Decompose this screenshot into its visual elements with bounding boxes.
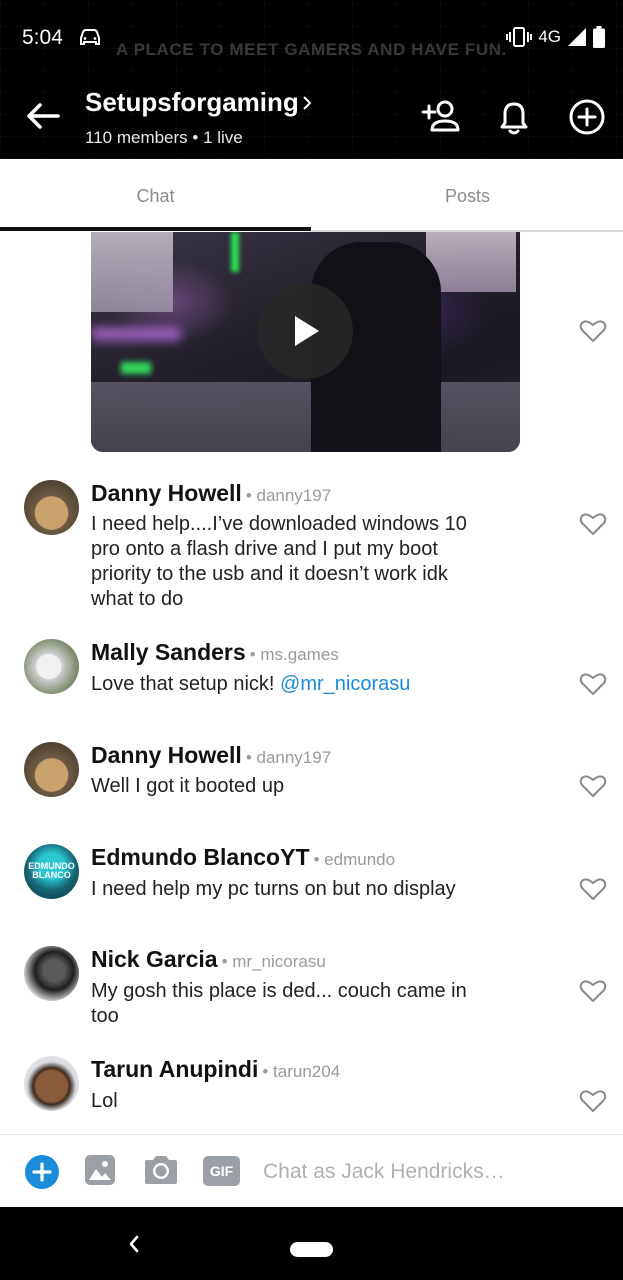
back-arrow-icon[interactable] [24, 100, 62, 132]
video-post[interactable] [91, 232, 520, 452]
message-text: Well I got it booted up [91, 775, 285, 797]
video-frame-detail [91, 382, 520, 452]
author-handle: • danny197 [245, 486, 332, 505]
signal-icon [568, 28, 586, 46]
avatar[interactable] [24, 639, 79, 694]
add-member-icon[interactable] [420, 96, 462, 138]
heart-icon[interactable] [579, 671, 607, 697]
message-line: priority to the usb and it doesn’t work … [91, 563, 448, 585]
avatar[interactable]: EDMUNDO BLANCO [24, 844, 79, 899]
message-line: what to do [91, 588, 184, 610]
author-handle: • edmundo [313, 850, 396, 869]
message-author[interactable]: Edmundo BlancoYT • edmundo [91, 844, 395, 871]
chat-composer: GIF [0, 1134, 623, 1207]
author-handle: • ms.games [249, 645, 339, 664]
author-name: Danny Howell [91, 480, 242, 506]
tab-posts[interactable]: Posts [312, 159, 623, 233]
heart-icon[interactable] [579, 318, 607, 344]
chat-input[interactable] [263, 1157, 603, 1187]
message-text: I need help my pc turns on but no displa… [91, 878, 456, 900]
heart-icon[interactable] [579, 773, 607, 799]
message-author[interactable]: Tarun Anupindi • tarun204 [91, 1056, 340, 1083]
avatar[interactable] [24, 1056, 79, 1111]
video-frame-detail [91, 327, 181, 341]
tab-bar: Chat Posts [0, 159, 623, 233]
message-author[interactable]: Danny Howell • danny197 [91, 742, 331, 769]
video-frame-detail [91, 232, 173, 312]
vibrate-icon [506, 27, 533, 47]
camera-icon[interactable] [142, 1154, 180, 1186]
author-name: Nick Garcia [91, 946, 218, 972]
user-mention[interactable]: @mr_nicorasu [280, 673, 410, 695]
author-name: Danny Howell [91, 742, 242, 768]
tab-chat[interactable]: Chat [0, 159, 311, 233]
group-title[interactable]: Setupsforgaming [85, 87, 299, 118]
system-nav-bar [0, 1207, 623, 1280]
message-author[interactable]: Danny Howell • danny197 [91, 480, 331, 507]
network-label: 4G [538, 27, 561, 46]
bell-icon[interactable] [493, 96, 535, 138]
heart-icon[interactable] [579, 511, 607, 537]
message-text: My gosh this place is ded... couch came … [91, 979, 501, 1029]
author-name: Tarun Anupindi [91, 1056, 259, 1082]
group-member-count: 110 members • 1 live [85, 128, 243, 147]
heart-icon[interactable] [579, 1088, 607, 1114]
avatar[interactable] [24, 946, 79, 1001]
gif-button[interactable]: GIF [203, 1156, 240, 1186]
add-circle-icon[interactable] [566, 96, 608, 138]
message-line: I need help....I’ve downloaded windows 1… [91, 513, 467, 535]
video-frame-detail [121, 362, 151, 374]
nav-back-icon[interactable] [126, 1233, 142, 1255]
plus-icon[interactable] [24, 1154, 60, 1190]
message-line: My gosh this place is ded... couch came … [91, 980, 467, 1002]
play-button[interactable] [257, 283, 353, 379]
author-handle: • danny197 [245, 748, 332, 767]
message-author[interactable]: Nick Garcia • mr_nicorasu [91, 946, 326, 973]
battery-icon [593, 26, 605, 48]
group-header: 5:04 A PLACE TO MEET GAMERS AND HAVE FUN… [0, 0, 623, 159]
message-line: too [91, 1005, 119, 1027]
avatar-label: EDMUNDO BLANCO [24, 862, 79, 880]
avatar[interactable] [24, 480, 79, 535]
status-bar: 5:04 A PLACE TO MEET GAMERS AND HAVE FUN… [0, 0, 623, 74]
message-text: Lol [91, 1090, 118, 1112]
video-frame-detail [231, 232, 239, 272]
image-icon[interactable] [84, 1154, 116, 1186]
author-name: Edmundo BlancoYT [91, 844, 310, 870]
heart-icon[interactable] [579, 876, 607, 902]
system-icons: 4G [506, 24, 605, 50]
message-line: pro onto a flash drive and I put my boot [91, 538, 438, 560]
tab-divider [311, 230, 623, 232]
avatar[interactable] [24, 742, 79, 797]
author-handle: • mr_nicorasu [221, 952, 326, 971]
heart-icon[interactable] [579, 978, 607, 1004]
author-name: Mally Sanders [91, 639, 246, 665]
nav-home-pill[interactable] [290, 1242, 333, 1257]
avatar-label-line: BLANCO [32, 870, 71, 880]
author-handle: • tarun204 [262, 1062, 341, 1081]
message-text: I need help....I’ve downloaded windows 1… [91, 512, 501, 612]
tab-chat-indicator [0, 227, 311, 231]
chevron-right-icon[interactable] [300, 94, 314, 112]
play-icon [295, 316, 319, 346]
message-text: Love that setup nick! @mr_nicorasu [91, 672, 501, 697]
message-author[interactable]: Mally Sanders • ms.games [91, 639, 339, 666]
message-body: Love that setup nick! [91, 673, 281, 695]
